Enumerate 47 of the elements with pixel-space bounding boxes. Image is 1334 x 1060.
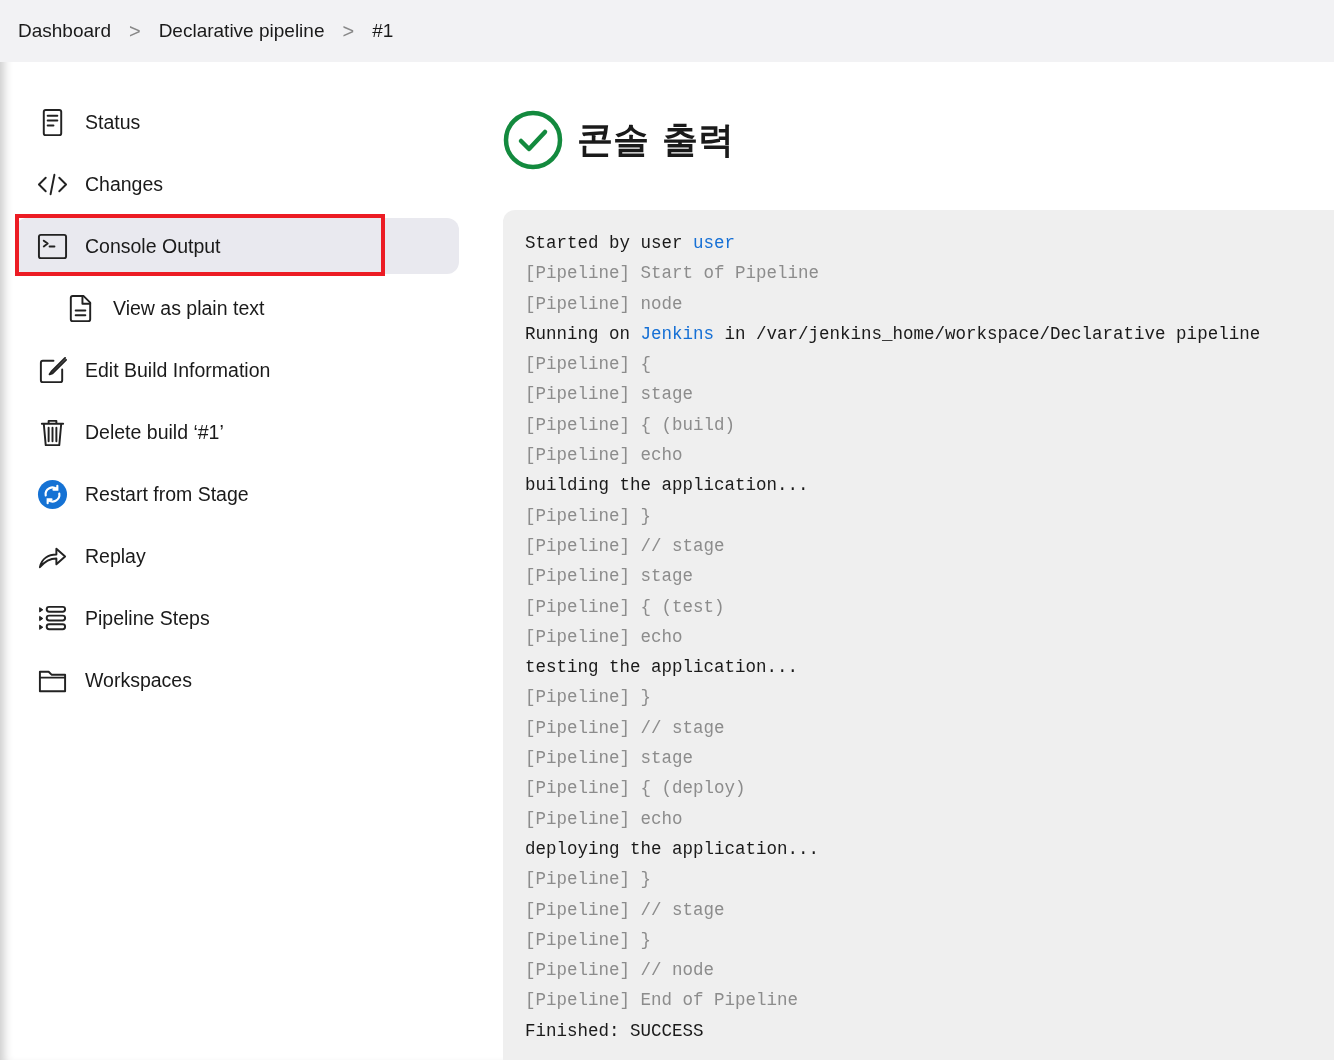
sidebar-item[interactable]: View as plain text [15, 280, 459, 336]
sidebar-item[interactable]: Status [15, 94, 459, 150]
console-line: building the application... [525, 474, 810, 498]
page-title: 콘솔 출력 [577, 117, 734, 162]
breadcrumb-link[interactable]: Declarative pipeline [158, 20, 325, 42]
console-line: deploying the application... [525, 837, 821, 861]
sidebar-item[interactable]: Changes [15, 156, 459, 212]
console-line: [Pipeline] } [525, 504, 653, 528]
console-line: [Pipeline] { [525, 353, 653, 377]
console-line: [Pipeline] node [525, 292, 684, 316]
console-line: Finished: SUCCESS [525, 1019, 705, 1043]
console-line: [Pipeline] { (test) [525, 595, 726, 619]
breadcrumb-separator: > [342, 19, 355, 43]
breadcrumb-link[interactable]: #1 [372, 20, 394, 42]
console-line: [Pipeline] stage [525, 565, 695, 589]
console-line: [Pipeline] Start of Pipeline [525, 262, 821, 286]
console-line: testing the application... [525, 656, 800, 680]
breadcrumb-separator: > [128, 19, 141, 43]
console-line: [Pipeline] // stage [525, 898, 726, 922]
console-line: Started by user user [525, 232, 737, 255]
console-line: [Pipeline] } [525, 928, 653, 952]
console-line: [Pipeline] echo [525, 807, 684, 831]
console-line: [Pipeline] // stage [525, 534, 726, 558]
restart-icon [37, 478, 68, 510]
console-line: [Pipeline] End of Pipeline [525, 989, 800, 1013]
edit-icon [37, 354, 68, 386]
sidebar-item[interactable]: Pipeline Steps [15, 590, 459, 646]
console-line: [Pipeline] echo [525, 444, 684, 468]
console-line: [Pipeline] } [525, 868, 653, 892]
console-line: [Pipeline] stage [525, 747, 695, 771]
sidebar-item[interactable]: Workspaces [15, 652, 459, 708]
console-line: [Pipeline] // node [525, 959, 716, 983]
sidebar-item[interactable]: Edit Build Information [15, 342, 459, 398]
console-line: [Pipeline] { (build) [525, 413, 737, 437]
breadcrumb-link[interactable]: Dashboard [18, 20, 111, 42]
sidebar-item[interactable]: Restart from Stage [15, 466, 459, 522]
console-line: [Pipeline] echo [525, 625, 684, 649]
console-line: [Pipeline] { (deploy) [525, 777, 747, 801]
console-line: [Pipeline] stage [525, 383, 695, 407]
sidebar-item[interactable]: Replay [15, 528, 459, 584]
console-line: Running on Jenkins in /var/jenkins_home/workspace/Declarative pipeline [525, 322, 1262, 346]
console-link[interactable]: user [693, 233, 736, 253]
check-circle-icon [503, 110, 563, 170]
console-link[interactable]: Jenkins [640, 323, 715, 344]
console-line: [Pipeline] // stage [525, 716, 726, 740]
console-line: [Pipeline] } [525, 686, 653, 710]
sidebar-item[interactable]: Delete build ‘#1’ [15, 404, 459, 460]
